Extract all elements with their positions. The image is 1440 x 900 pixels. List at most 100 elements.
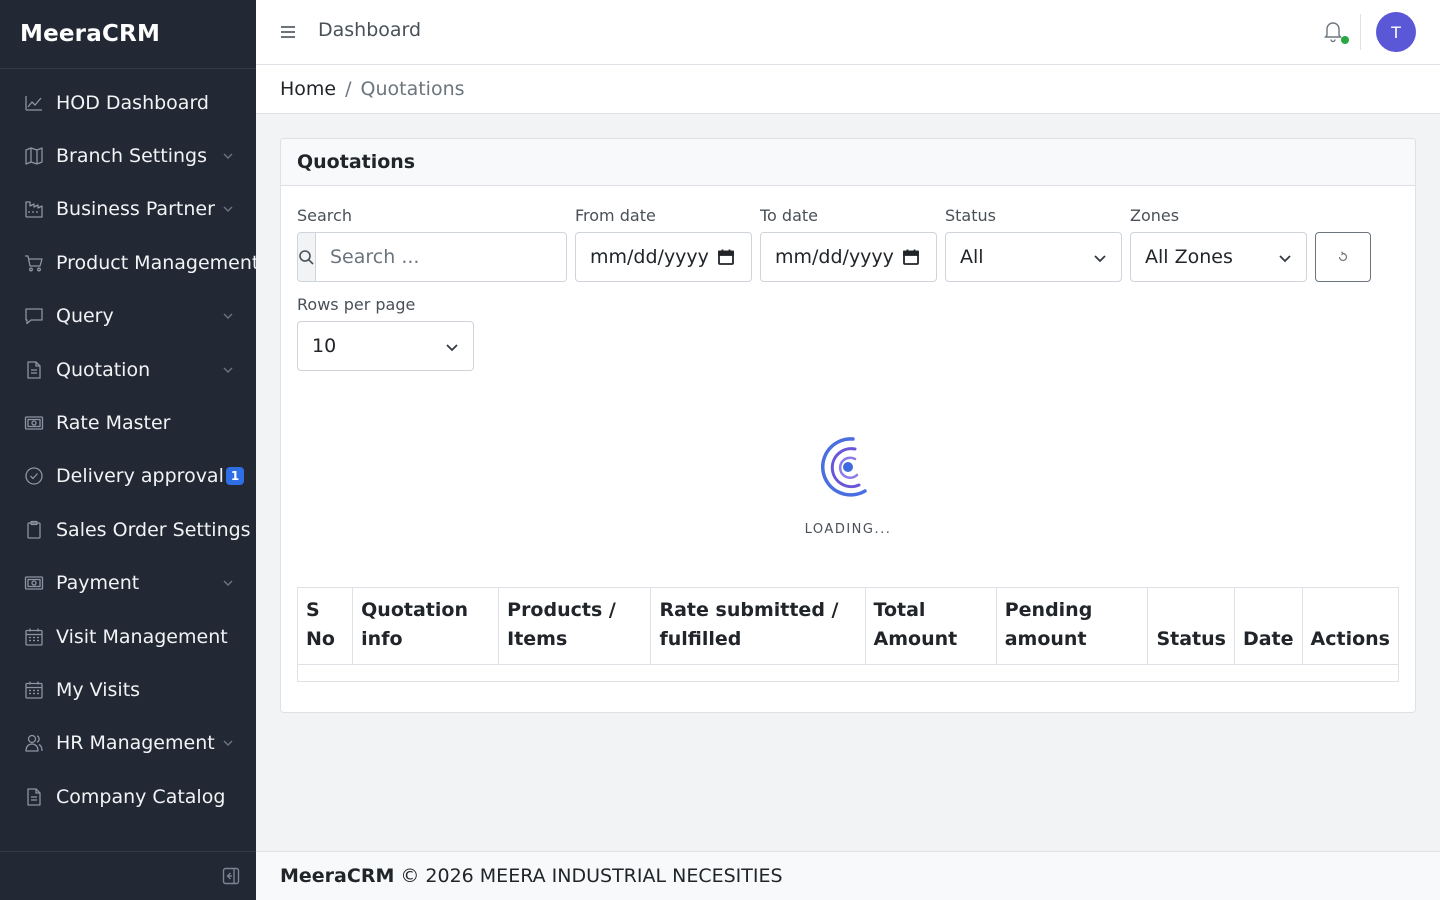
column-header[interactable]: Pending amount <box>995 587 1149 665</box>
calendar-picker-icon[interactable] <box>717 248 735 266</box>
sidebar-item-query[interactable]: Query <box>0 290 256 343</box>
chevron-down-icon <box>1279 255 1291 263</box>
sidebar-item-my-visits[interactable]: My Visits <box>0 663 256 716</box>
sidebar-item-label: HOD Dashboard <box>56 91 209 114</box>
sidebar-item-label: Delivery approval <box>56 465 224 488</box>
sidebar-item-delivery-approval[interactable]: Delivery approval 1 <box>0 450 256 503</box>
search-addon <box>298 233 316 281</box>
sidebar-item-label: Quotation <box>56 358 151 381</box>
from-date-label: From date <box>575 206 656 225</box>
sidebar: MeeraCRM HOD Dashboard Branch Settings Bus… <box>0 0 260 900</box>
chevron-down-icon[interactable] <box>222 203 234 215</box>
page-footer: MeeraCRM © 2026 MEERA INDUSTRIAL NECESIT… <box>256 851 1440 900</box>
card-header: Quotations <box>281 139 1415 186</box>
chevron-down-icon <box>446 344 458 352</box>
sidebar-item-label: Company Catalog <box>56 785 226 808</box>
chevron-down-icon[interactable] <box>222 364 234 376</box>
chevron-down-icon <box>1094 255 1106 263</box>
sidebar-item-sales-order-settings[interactable]: Sales Order Settings <box>0 503 256 556</box>
breadcrumb-current: Quotations <box>360 78 465 100</box>
header-title[interactable]: Dashboard <box>318 19 421 41</box>
sidebar-item-payment[interactable]: Payment <box>0 557 256 610</box>
column-header[interactable]: S No <box>296 587 354 665</box>
to-date-label: To date <box>760 206 819 225</box>
sidebar-item-label: Visit Management <box>56 625 228 648</box>
notification-status-dot <box>1341 36 1349 44</box>
to-date-value: mm/dd/yyyy <box>775 246 894 268</box>
sidebar-item-product-management[interactable]: Product Management <box>0 236 260 289</box>
hamburger-menu-icon[interactable] <box>278 22 298 42</box>
column-header[interactable]: Date <box>1233 587 1303 665</box>
sidebar-item-business-partner[interactable]: Business Partner <box>0 183 256 236</box>
column-header[interactable]: Products / Items <box>498 587 652 665</box>
sidebar-item-rate-master[interactable]: Rate Master <box>0 396 256 449</box>
sidebar-item-company-catalog[interactable]: Company Catalog <box>0 770 256 823</box>
sidebar-item-label: Business Partner <box>56 198 215 221</box>
brand[interactable]: MeeraCRM <box>0 0 256 69</box>
table-header-row: S No Quotation info Products / Items Rat… <box>296 587 1400 665</box>
collapse-sidebar-icon[interactable] <box>222 867 240 885</box>
check-circle-icon <box>24 466 44 486</box>
building-icon <box>24 199 44 219</box>
column-header[interactable]: Rate submitted / fulfilled <box>650 587 866 665</box>
sidebar-item-branch-settings[interactable]: Branch Settings <box>0 129 256 182</box>
banknote-icon <box>24 573 44 593</box>
loading-text: LOADING... <box>804 522 892 537</box>
zones-label: Zones <box>1130 206 1180 225</box>
card-title: Quotations <box>297 151 416 173</box>
chart-line-icon <box>24 93 44 113</box>
reset-icon <box>1338 251 1348 262</box>
sidebar-nav: HOD Dashboard Branch Settings Business Par… <box>0 69 260 823</box>
table-empty-cell <box>297 664 1399 682</box>
sidebar-item-hod-dashboard[interactable]: HOD Dashboard <box>0 76 256 129</box>
search-icon <box>299 249 314 265</box>
clipboard-icon <box>24 520 44 540</box>
message-square-icon <box>24 306 44 326</box>
to-date-input[interactable]: mm/dd/yyyy <box>760 232 937 282</box>
sidebar-item-label: HR Management <box>56 732 215 755</box>
from-date-input[interactable]: mm/dd/yyyy <box>575 232 752 282</box>
breadcrumb-separator: / <box>345 78 352 100</box>
sidebar-item-quotation[interactable]: Quotation <box>0 343 256 396</box>
notification-badge: 1 <box>225 467 245 486</box>
column-header[interactable]: Quotation info <box>352 587 500 665</box>
chevron-down-icon[interactable] <box>222 577 234 589</box>
column-header[interactable]: Actions <box>1301 587 1400 665</box>
sidebar-item-label: Branch Settings <box>56 145 207 168</box>
top-header: Dashboard T <box>256 0 1440 65</box>
column-header[interactable]: Total Amount <box>864 587 997 665</box>
sidebar-item-label: Query <box>56 305 114 328</box>
sidebar-item-hr-management[interactable]: HR Management <box>0 717 256 770</box>
rows-per-page-select[interactable]: 10 <box>297 321 474 371</box>
sidebar-item-label: Sales Order Settings <box>56 518 251 541</box>
map-icon <box>24 146 44 166</box>
calendar-icon <box>24 680 44 700</box>
calendar-picker-icon[interactable] <box>902 248 920 266</box>
column-header[interactable]: Status <box>1147 587 1235 665</box>
header-divider <box>1360 14 1361 50</box>
chevron-down-icon[interactable] <box>222 150 234 162</box>
sidebar-footer <box>0 851 256 900</box>
breadcrumb-home[interactable]: Home <box>280 78 336 100</box>
chevron-down-icon[interactable] <box>222 310 234 322</box>
brand-name[interactable]: MeeraCRM <box>20 21 160 47</box>
calendar-icon <box>24 627 44 647</box>
search-label: Search <box>297 206 352 225</box>
breadcrumb: Home / Quotations <box>256 65 1440 114</box>
rows-per-page-value: 10 <box>312 335 337 357</box>
search-group <box>297 232 567 282</box>
status-select[interactable]: All <box>945 232 1122 282</box>
chevron-down-icon[interactable] <box>222 737 234 749</box>
zones-select[interactable]: All Zones <box>1130 232 1307 282</box>
search-input[interactable] <box>316 233 566 281</box>
sidebar-item-label: Payment <box>56 572 140 595</box>
banknote-icon <box>24 413 44 433</box>
sidebar-item-visit-management[interactable]: Visit Management <box>0 610 256 663</box>
footer-brand: MeeraCRM <box>280 865 395 887</box>
sidebar-item-label: Rate Master <box>56 412 171 435</box>
reset-filters-button[interactable] <box>1315 232 1371 282</box>
sidebar-item-label: Product Management <box>56 251 260 274</box>
quotations-card: Quotations Search From date mm/dd/yyyy T… <box>280 138 1416 713</box>
table-empty-row <box>297 664 1399 682</box>
user-avatar[interactable]: T <box>1376 12 1416 52</box>
